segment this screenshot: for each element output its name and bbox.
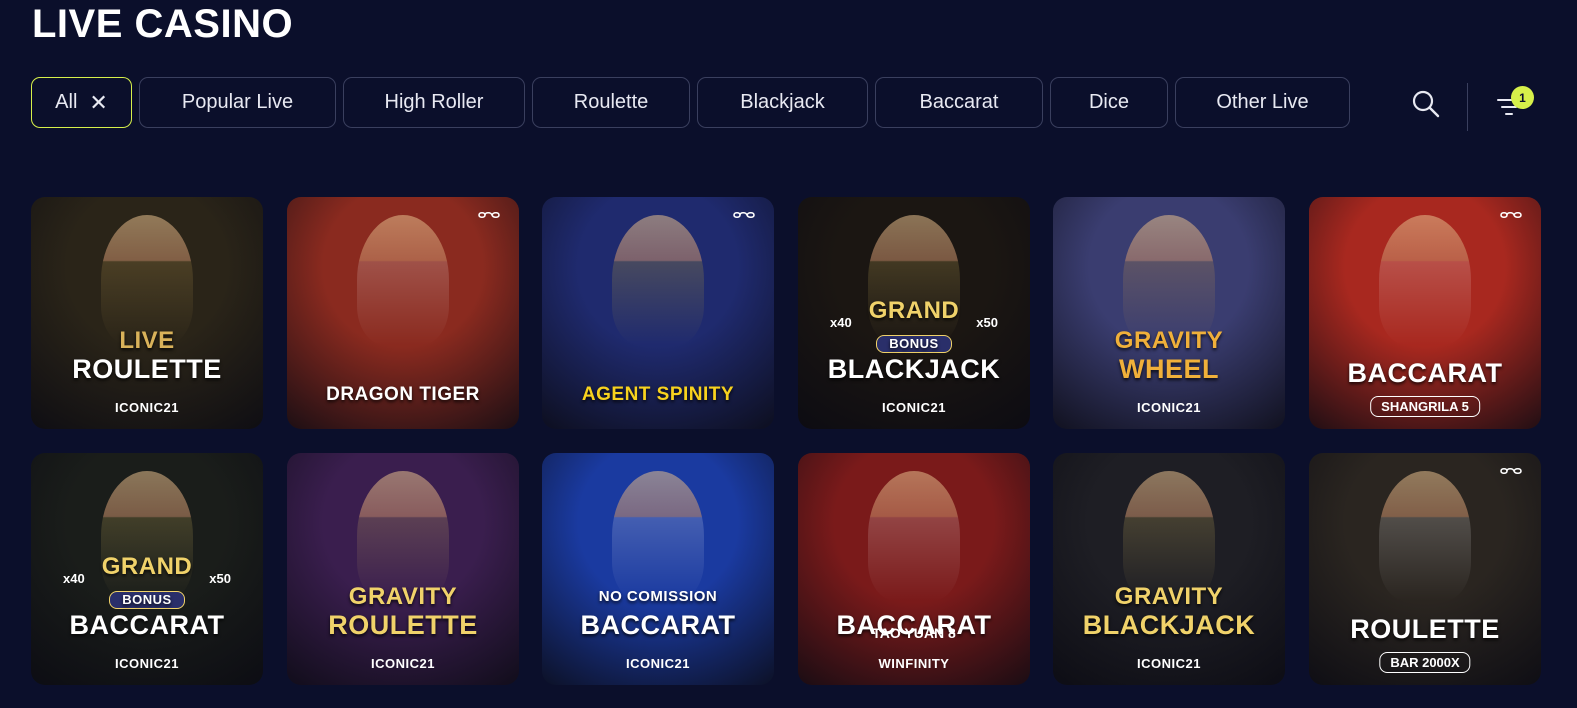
- filter-chip-baccarat[interactable]: Baccarat: [875, 77, 1043, 128]
- game-logo: ROULETTE: [1309, 615, 1541, 643]
- infinity-icon: [733, 211, 755, 219]
- close-icon[interactable]: ✕: [89, 90, 107, 116]
- game-tile[interactable]: LIVE ROULETTE ICONIC21: [31, 197, 263, 429]
- filter-chip-label: Dice: [1088, 91, 1129, 113]
- game-logo-top: NO COMISSION: [598, 588, 718, 605]
- toolbar-divider: [1467, 83, 1468, 131]
- game-title: ROULETTE: [1350, 614, 1500, 644]
- dealer-image: [1379, 471, 1471, 601]
- game-logo: GRAVITY ROULETTE: [287, 583, 519, 639]
- game-tile[interactable]: BACCARAT TAO YUAN 8 WINFINITY: [798, 453, 1030, 685]
- game-tile[interactable]: AGENT SPINITY: [542, 197, 774, 429]
- infinity-icon: [1500, 467, 1522, 475]
- game-logo: AGENT SPINITY: [542, 381, 774, 409]
- provider-logo: ICONIC21: [626, 656, 690, 671]
- filter-chip-roulette[interactable]: Roulette: [532, 77, 690, 128]
- bonus-label: BONUS: [876, 335, 952, 353]
- provider-logo: ICONIC21: [371, 656, 435, 671]
- game-title: ROULETTE: [72, 354, 222, 384]
- game-tile[interactable]: ROULETTE BAR 2000X: [1309, 453, 1541, 685]
- filter-chip-label: High Roller: [384, 91, 484, 113]
- game-tile[interactable]: GRAVITY WHEEL ICONIC21: [1053, 197, 1285, 429]
- filter-chip-high-roller[interactable]: High Roller: [343, 77, 525, 128]
- dealer-image: [357, 471, 449, 601]
- game-logo: NO COMISSION BACCARAT: [542, 583, 774, 639]
- provider-logo: ICONIC21: [1137, 656, 1201, 671]
- filter-chip-popular-live[interactable]: Popular Live: [139, 77, 336, 128]
- game-title: DRAGON TIGER: [326, 384, 480, 405]
- multiplier-label: x40: [63, 571, 85, 586]
- bonus-label: BONUS: [109, 591, 185, 609]
- filter-chip-label: All: [55, 91, 78, 113]
- game-logo: DRAGON TIGER: [287, 381, 519, 409]
- filter-chip-dice[interactable]: Dice: [1050, 77, 1168, 128]
- multiplier-label: x50: [976, 315, 998, 330]
- game-title: BLACKJACK: [827, 354, 1001, 384]
- filter-chip-label: Blackjack: [740, 91, 825, 113]
- page-title: LIVE CASINO: [32, 2, 294, 46]
- provider-logo: ICONIC21: [1137, 400, 1201, 415]
- multiplier-label: x40: [830, 315, 852, 330]
- provider-logo: ICONIC21: [882, 400, 946, 415]
- provider-logo: ICONIC21: [115, 656, 179, 671]
- infinity-icon: [478, 211, 500, 219]
- game-logo-top: GRAVITY: [1114, 583, 1224, 610]
- category-filter-bar: All ✕ Popular Live High Roller Roulette …: [31, 77, 1350, 130]
- game-title: ROULETTE: [328, 610, 478, 640]
- game-tile[interactable]: DRAGON TIGER: [287, 197, 519, 429]
- game-tile[interactable]: GRAND BONUS BLACKJACK x40 x50 ICONIC21: [798, 197, 1030, 429]
- game-title: BACCARAT: [1347, 358, 1503, 388]
- filter-chip-other-live[interactable]: Other Live: [1175, 77, 1350, 128]
- game-logo-top: GRAVITY: [348, 583, 458, 610]
- game-logo: GRAVITY WHEEL: [1053, 327, 1285, 383]
- dealer-image: [101, 215, 193, 345]
- game-tile[interactable]: GRAVITY ROULETTE ICONIC21: [287, 453, 519, 685]
- game-tile[interactable]: BACCARAT SHANGRILA 5: [1309, 197, 1541, 429]
- game-tile[interactable]: GRAND BONUS BACCARAT x40 x50 ICONIC21: [31, 453, 263, 685]
- game-title: BACCARAT: [580, 610, 736, 640]
- game-title: AGENT SPINITY: [581, 384, 735, 405]
- search-icon[interactable]: [1410, 88, 1442, 120]
- game-title: BLACKJACK: [1082, 610, 1256, 640]
- game-subtitle: BAR 2000X: [1379, 652, 1471, 673]
- game-subtitle: TAO YUAN 8: [872, 625, 956, 641]
- game-logo-top: LIVE: [119, 327, 175, 354]
- multiplier-label: x50: [209, 571, 231, 586]
- game-title: BACCARAT: [69, 610, 225, 640]
- dealer-image: [1123, 471, 1215, 601]
- filter-count-badge: 1: [1511, 86, 1534, 109]
- provider-logo: ICONIC21: [115, 400, 179, 415]
- game-logo-top: GRAVITY: [1114, 327, 1224, 354]
- game-logo: BACCARAT: [1309, 359, 1541, 387]
- game-title: WHEEL: [1119, 354, 1219, 384]
- dealer-image: [357, 215, 449, 345]
- filter-chip-blackjack[interactable]: Blackjack: [697, 77, 868, 128]
- filter-chip-label: Other Live: [1216, 91, 1309, 113]
- dealer-image: [1379, 215, 1471, 345]
- game-logo: GRAND BONUS BLACKJACK: [798, 297, 1030, 383]
- game-tile[interactable]: GRAVITY BLACKJACK ICONIC21: [1053, 453, 1285, 685]
- dealer-image: [868, 471, 960, 601]
- dealer-image: [612, 471, 704, 601]
- dealer-image: [612, 215, 704, 345]
- game-logo: GRAVITY BLACKJACK: [1053, 583, 1285, 639]
- game-tile[interactable]: NO COMISSION BACCARAT ICONIC21: [542, 453, 774, 685]
- filter-chip-label: Popular Live: [181, 91, 294, 113]
- filter-chip-label: Baccarat: [919, 91, 999, 113]
- game-logo: LIVE ROULETTE: [31, 327, 263, 383]
- game-logo: GRAND BONUS BACCARAT: [31, 553, 263, 639]
- filter-chip-label: Roulette: [573, 91, 649, 113]
- dealer-image: [1123, 215, 1215, 345]
- game-subtitle: SHANGRILA 5: [1370, 396, 1480, 417]
- filter-chip-all[interactable]: All ✕: [31, 77, 132, 128]
- provider-logo: WINFINITY: [878, 656, 950, 671]
- infinity-icon: [1500, 211, 1522, 219]
